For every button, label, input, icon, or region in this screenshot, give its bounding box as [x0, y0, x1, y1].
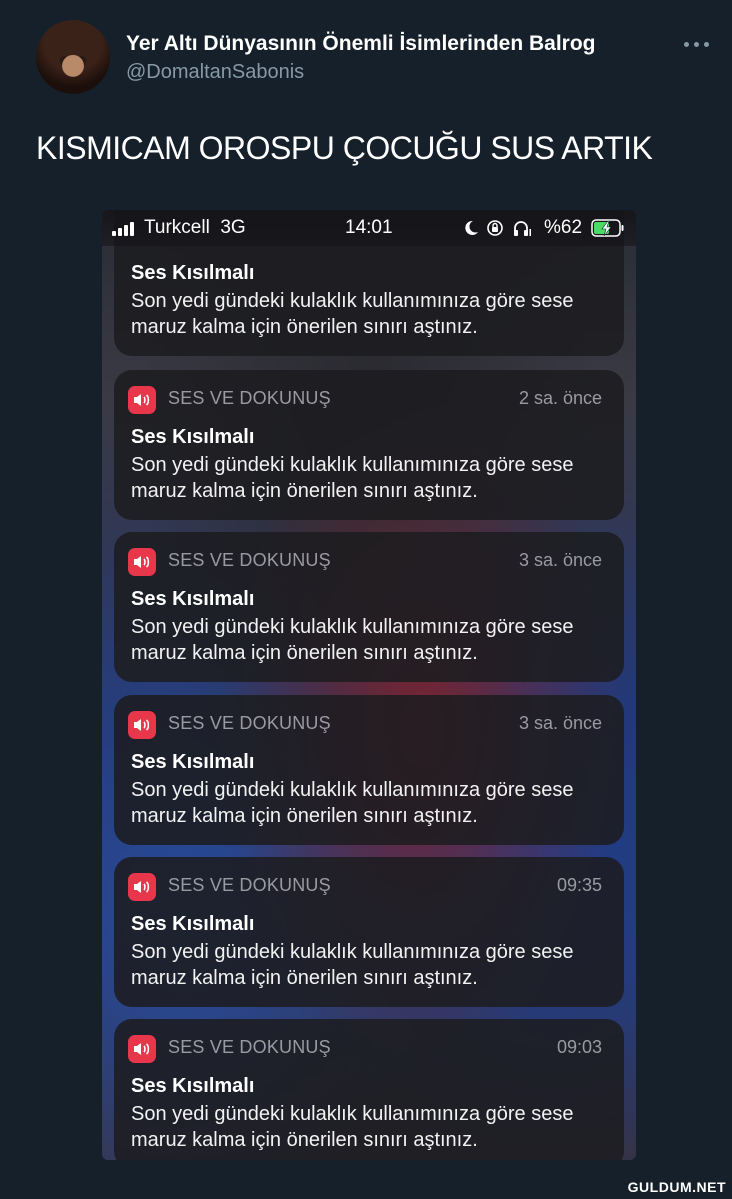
screenshot-image: Ses Kısılmalı Son yedi gündeki kulaklık … [102, 210, 636, 1160]
signal-icon [112, 222, 134, 236]
notification-card: SES VE DOKUNUŞ 2 sa. önce Ses Kısılmalı … [114, 370, 624, 520]
notification-card: SES VE DOKUNUŞ 3 sa. önce Ses Kısılmalı … [114, 695, 624, 845]
display-name[interactable]: Yer Altı Dünyasının Önemli İsimlerinden … [126, 32, 596, 56]
notification-app-name: SES VE DOKUNUŞ [168, 388, 331, 408]
notification-card: SES VE DOKUNUŞ 09:03 Ses Kısılmalı Son y… [114, 1019, 624, 1160]
notification-time: 3 sa. önce [518, 550, 602, 570]
speaker-icon [128, 1035, 156, 1063]
speaker-icon [128, 386, 156, 414]
notification-app-name: SES VE DOKUNUŞ [168, 713, 331, 733]
notification-title: Ses Kısılmalı [131, 588, 255, 610]
watermark: GULDUM.NET [627, 1179, 726, 1195]
battery-percentage: %62 [544, 217, 583, 238]
notification-title: Ses Kısılmalı [131, 1075, 255, 1097]
notification-time: 2 sa. önce [518, 388, 602, 408]
notification-time: 3 sa. önce [518, 713, 602, 733]
notification-title: Ses Kısılmalı [131, 751, 255, 773]
notification-app-name: SES VE DOKUNUŞ [168, 875, 331, 895]
more-horizontal-icon[interactable] [676, 32, 716, 56]
notification-title: Ses Kısılmalı [131, 913, 255, 935]
speaker-icon [128, 873, 156, 901]
notification-body: Son yedi gündeki kulaklık kullanımınıza … [131, 454, 574, 502]
battery-charging-icon [591, 219, 624, 237]
headphones-icon [514, 221, 531, 236]
tweet-text: KISMICAM OROSPU ÇOCUĞU SUS ARTIK [36, 130, 653, 166]
notification-title: Ses Kısılmalı [131, 262, 255, 284]
carrier-label: Turkcell 3G [144, 217, 246, 238]
speaker-icon [128, 711, 156, 739]
user-handle[interactable]: @DomaltanSabonis [126, 61, 304, 84]
notification-body: Son yedi gündeki kulaklık kullanımınıza … [131, 941, 574, 989]
notification-body: Son yedi gündeki kulaklık kullanımınıza … [131, 779, 574, 827]
status-clock: 14:01 [345, 217, 393, 238]
notification-body: Son yedi gündeki kulaklık kullanımınıza … [131, 1103, 574, 1151]
tweet-header: Yer Altı Dünyasının Önemli İsimlerinden … [36, 18, 716, 98]
notification-time: 09:03 [556, 1037, 602, 1057]
notification-card: SES VE DOKUNUŞ 09:35 Ses Kısılmalı Son y… [114, 857, 624, 1007]
notification-body: Son yedi gündeki kulaklık kullanımınıza … [131, 616, 574, 664]
moon-icon [465, 220, 478, 235]
status-bar: Turkcell 3G 14:01 %62 [102, 210, 636, 246]
speaker-icon [128, 548, 156, 576]
notification-card: SES VE DOKUNUŞ 3 sa. önce Ses Kısılmalı … [114, 532, 624, 682]
avatar[interactable] [36, 20, 110, 94]
notification-time: 09:35 [556, 875, 602, 895]
notification-app-name: SES VE DOKUNUŞ [168, 1037, 331, 1057]
rotation-lock-icon [487, 220, 503, 236]
notification-app-name: SES VE DOKUNUŞ [168, 550, 331, 570]
notification-body: Son yedi gündeki kulaklık kullanımınıza … [131, 290, 574, 338]
notification-title: Ses Kısılmalı [131, 426, 255, 448]
